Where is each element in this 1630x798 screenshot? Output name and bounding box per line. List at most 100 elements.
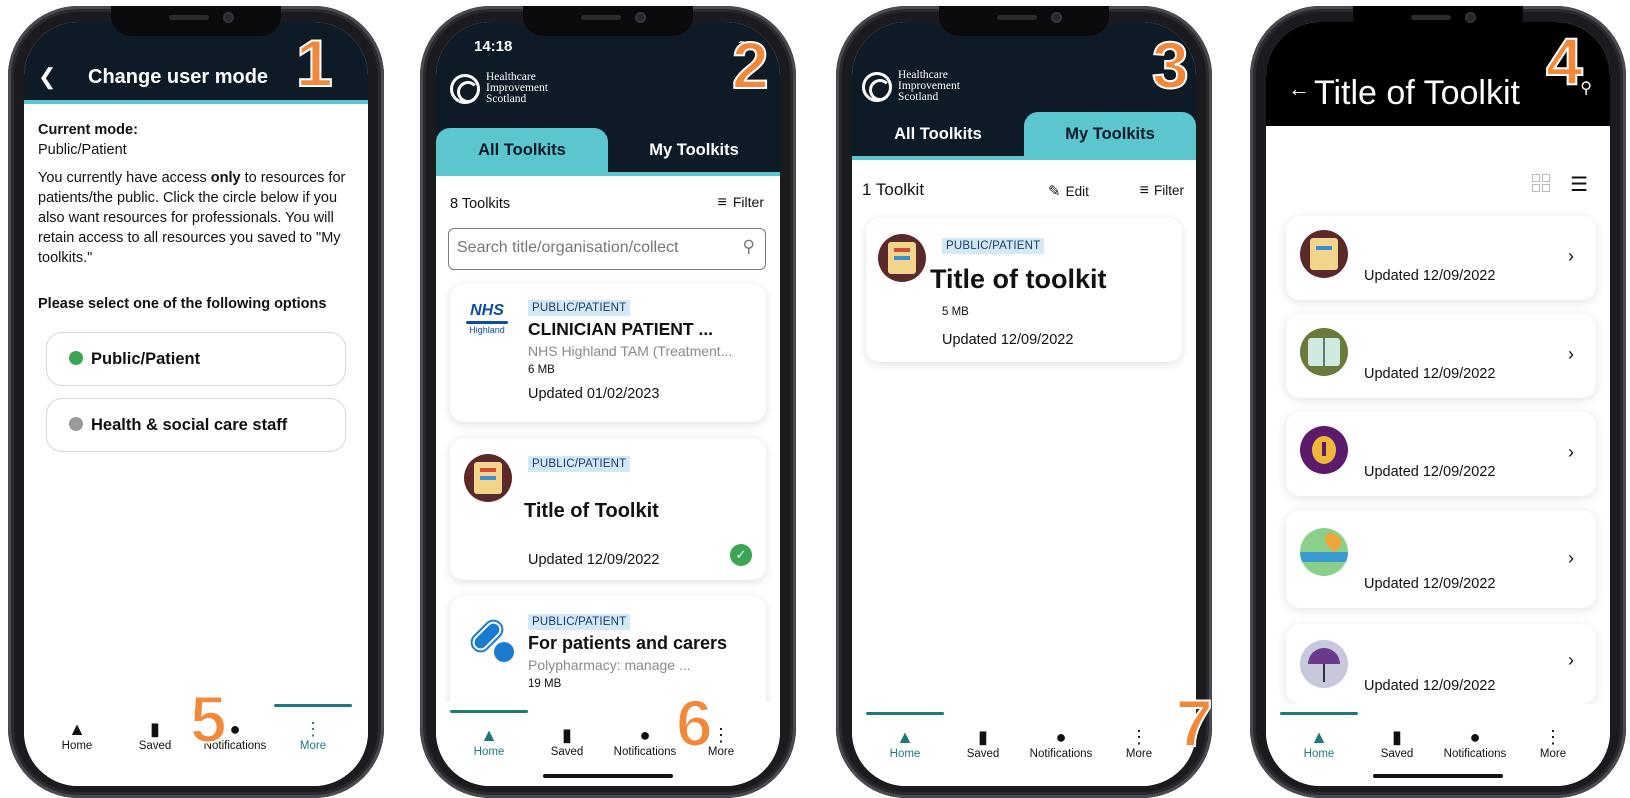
toolkit-count: 1 Toolkit [862, 180, 925, 199]
his-logo-icon [450, 73, 480, 104]
tab-my-toolkits[interactable]: My Toolkits [608, 128, 780, 172]
screen-change-user-mode: ❮ Change user mode Current mode: Public/… [24, 22, 368, 786]
umbrella-thumbnail [1300, 640, 1348, 688]
home-indicator [1373, 774, 1503, 778]
toolkit-org: NHS Highland TAM (Treatment... [528, 343, 733, 359]
category-badge: PUBLIC/PATIENT [528, 456, 631, 472]
nav-saved[interactable]: ▮ Saved [944, 726, 1022, 760]
toolkit-title: For patients and carers [528, 633, 728, 653]
toolkit-org: Polypharmacy: manage ... [528, 657, 691, 673]
screen-toolkit-detail: ← Title of Toolkit ⚲ ☰ Updated 12/09/202… [1266, 22, 1610, 786]
toolkit-updated: Updated 12/09/2022 [1364, 268, 1496, 284]
more-vertical-icon: ⋮ [1130, 727, 1148, 747]
home-icon: ▲ [1310, 727, 1328, 747]
more-vertical-icon: ⋮ [1544, 727, 1562, 747]
nav-home[interactable]: ▲ Home [1280, 726, 1358, 760]
tab-my-toolkits[interactable]: My Toolkits [1024, 112, 1196, 156]
nav-more[interactable]: ⋮ More [1100, 726, 1178, 760]
bottom-nav: ▲ Home ▮ Saved ● Notifications ⋮ More [436, 702, 780, 786]
current-mode-label: Current mode: [38, 122, 138, 138]
nav-more[interactable]: ⋮ More [274, 718, 352, 752]
callout-number-7: 7 [1175, 686, 1214, 760]
status-time: 14:18 [474, 38, 513, 55]
nav-home[interactable]: ▲ Home [866, 726, 944, 760]
active-tab-indicator [450, 710, 528, 713]
tab-all-toolkits[interactable]: All Toolkits [852, 112, 1024, 156]
chevron-right-icon: › [1568, 246, 1574, 266]
category-badge: PUBLIC/PATIENT [528, 300, 631, 316]
unselected-radio-icon [69, 417, 83, 431]
nav-notifications[interactable]: ● Notifications [606, 724, 684, 758]
tabs-underline [436, 172, 780, 176]
back-arrow-icon[interactable]: ← [1288, 76, 1310, 102]
list-item[interactable]: Updated 12/09/2022 › [1286, 510, 1596, 608]
phone-notch [523, 6, 693, 36]
filter-button[interactable]: ≡ Filter [718, 194, 764, 212]
nav-more[interactable]: ⋮ More [1514, 726, 1592, 760]
list-item[interactable]: Updated 12/09/2022 › [1286, 624, 1596, 704]
nav-notifications[interactable]: ● Notifications [1436, 726, 1514, 760]
current-mode-value: Public/Patient [38, 142, 127, 158]
search-input[interactable]: Search title/organisation/collect ⚲ [448, 228, 766, 270]
nav-saved[interactable]: ▮ Saved [116, 718, 194, 752]
nav-home[interactable]: ▲ Home [450, 724, 528, 758]
nav-saved[interactable]: ▮ Saved [528, 724, 606, 758]
toolkit-thumbnail [464, 454, 512, 502]
grid-view-icon[interactable] [1532, 174, 1550, 192]
nav-notifications[interactable]: ● Notifications [1022, 726, 1100, 760]
tabs-underline [852, 156, 1196, 160]
tab-all-toolkits[interactable]: All Toolkits [436, 128, 608, 172]
toolkit-updated: Updated 12/09/2022 [528, 552, 660, 568]
list-item[interactable]: Updated 12/09/2022 › [1286, 314, 1596, 398]
back-icon[interactable]: ❮ [38, 64, 56, 90]
more-vertical-icon: ⋮ [304, 719, 322, 739]
nav-home[interactable]: ▲ Home [38, 718, 116, 752]
phone-notch [111, 6, 281, 36]
saved-check-icon: ✓ [730, 544, 752, 566]
toolkit-thumbnail [1300, 230, 1348, 278]
chevron-right-icon: › [1568, 344, 1574, 364]
map-thumbnail [1300, 528, 1348, 576]
category-badge: PUBLIC/PATIENT [528, 614, 631, 630]
search-placeholder: Search title/organisation/collect [457, 239, 679, 256]
option-health-social-care-staff[interactable]: Health & social care staff [46, 398, 346, 452]
filter-button[interactable]: ≡ Filter [1140, 182, 1184, 200]
toolkit-card[interactable]: PUBLIC/PATIENT Title of Toolkit Updated … [450, 438, 766, 580]
chevron-right-icon: › [1568, 442, 1574, 462]
callout-number-2: 2 [731, 28, 770, 102]
option-public-patient[interactable]: Public/Patient [46, 332, 346, 386]
toolkit-card[interactable]: PUBLIC/PATIENT Title of toolkit 5 MB Upd… [866, 218, 1182, 362]
toolkit-title: Title of Toolkit [524, 500, 659, 522]
toolkit-tabs: All Toolkits My Toolkits [436, 128, 780, 172]
list-item[interactable]: Updated 12/09/2022 › [1286, 412, 1596, 496]
list-item[interactable]: Updated 12/09/2022 › [1286, 216, 1596, 300]
search-icon: ⚲ [742, 237, 755, 256]
toolkit-updated: Updated 12/09/2022 [942, 332, 1074, 348]
toolkit-card[interactable]: NHS Highland PUBLIC/PATIENT CLINICIAN PA… [450, 284, 766, 422]
top-bar: 14:18 ≋ Healthcare Improvement Scotland Al… [436, 22, 780, 172]
callout-number-4: 4 [1545, 24, 1584, 98]
bell-icon: ● [1469, 727, 1481, 747]
home-icon: ▲ [68, 719, 86, 739]
filter-icon: ≡ [717, 194, 727, 211]
category-badge: PUBLIC/PATIENT [942, 238, 1045, 254]
toolkit-updated: Updated 12/09/2022 [1364, 464, 1496, 480]
home-icon: ▲ [480, 725, 498, 745]
chevron-right-icon: › [1568, 650, 1574, 670]
phone-frame-2: 14:18 ≋ Healthcare Improvement Scotland Al… [420, 6, 796, 798]
page-title: Change user mode [88, 66, 269, 88]
phone-notch [1353, 6, 1523, 36]
toolkit-updated: Updated 12/09/2022 [1364, 366, 1496, 382]
phone-frame-3: Healthcare Improvement Scotland All Toolki… [836, 6, 1212, 798]
toolkit-updated: Updated 12/09/2022 [1364, 678, 1496, 694]
edit-button[interactable]: ✎ Edit [1048, 182, 1089, 200]
his-logo-icon [862, 71, 892, 102]
filter-icon: ≡ [1139, 182, 1149, 199]
screen-my-toolkits: Healthcare Improvement Scotland All Toolki… [852, 22, 1196, 786]
nav-saved[interactable]: ▮ Saved [1358, 726, 1436, 760]
bookmark-icon: ▮ [978, 727, 988, 747]
chevron-right-icon: › [1568, 548, 1574, 568]
list-view-icon[interactable]: ☰ [1570, 172, 1588, 197]
toolkit-count: 8 Toolkits [450, 196, 511, 212]
selected-check-icon [69, 351, 83, 365]
